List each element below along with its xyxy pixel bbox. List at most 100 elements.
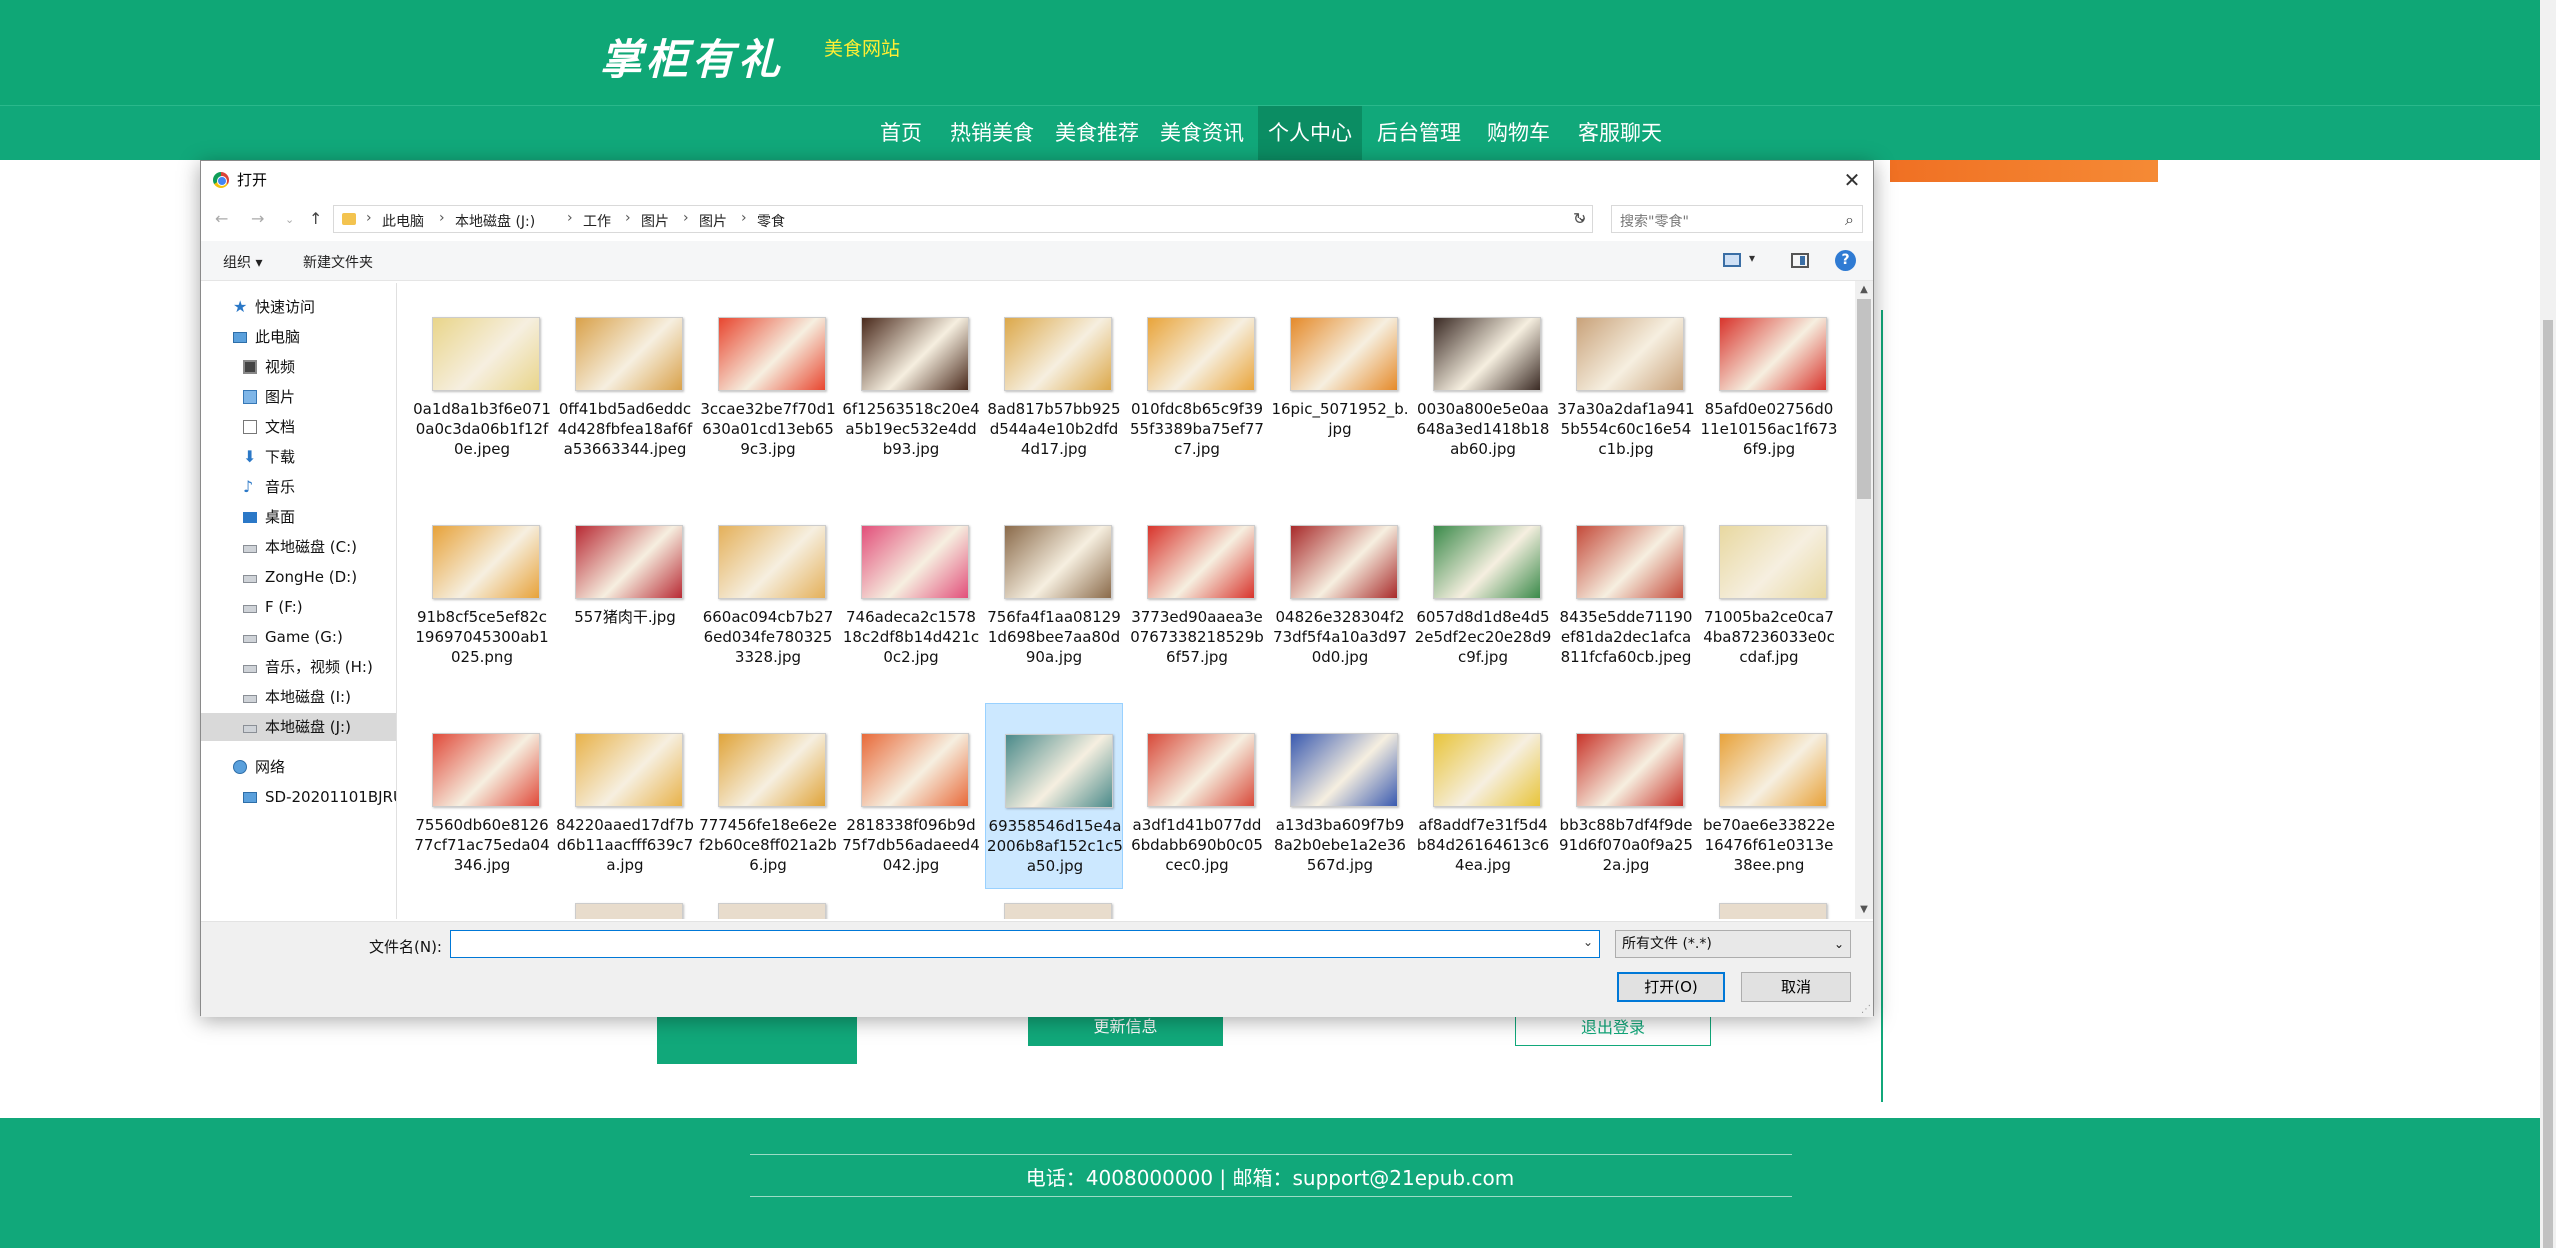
nav-pane-item[interactable]: 桌面: [201, 503, 396, 531]
nav-pane-item[interactable]: 本地磁盘 (I:): [201, 683, 396, 711]
file-item[interactable]: bb3c88b7df4f9de91d6f070a0f9a252a.jpg: [1557, 703, 1695, 889]
file-item[interactable]: a13d3ba609f7b98a2b0ebe1a2e36567d.jpg: [1271, 703, 1409, 889]
nav-pane-item[interactable]: 音乐，视频 (H:): [201, 653, 396, 681]
dialog-titlebar[interactable]: 打开 ✕: [201, 161, 1873, 199]
nav-pane-item[interactable]: SD-20201101BJRU: [201, 783, 396, 811]
nav-pane-label: 视频: [265, 358, 296, 376]
page-scrollbar[interactable]: [2540, 0, 2556, 1248]
image-thumbnail: [575, 903, 683, 919]
file-item[interactable]: 2818338f096b9d75f7db56adaeed4042.jpg: [842, 703, 980, 889]
new-folder-button[interactable]: 新建文件夹: [303, 252, 373, 272]
file-item[interactable]: 8435e5dde71190ef81da2dec1afca811fcfa60cb…: [1557, 495, 1695, 681]
chevron-right-icon[interactable]: ›: [567, 210, 573, 226]
file-item[interactable]: 756fa4f1aa081291d698bee7aa80d90a.jpg: [985, 495, 1123, 681]
nav-pane-item[interactable]: ♪ 音乐: [201, 473, 396, 501]
file-item[interactable]: 010fdc8b65c9f3955f3389ba75ef77c7.jpg: [1128, 287, 1266, 473]
file-item[interactable]: 71005ba2ce0ca74ba87236033e0ccdaf.jpg: [1700, 495, 1838, 681]
file-item[interactable]: 37a30a2daf1a9415b554c60c16e54c1b.jpg: [1557, 287, 1695, 473]
site-logo[interactable]: 掌柜有礼: [600, 26, 784, 87]
chevron-right-icon[interactable]: ›: [683, 210, 689, 226]
chevron-right-icon[interactable]: ›: [741, 210, 747, 226]
nav-pane-item[interactable]: 本地磁盘 (J:): [201, 713, 396, 741]
nav-item[interactable]: 首页: [870, 106, 932, 161]
file-item[interactable]: 3773ed90aaea3e0767338218529b6f57.jpg: [1128, 495, 1266, 681]
file-item[interactable]: 660ac094cb7b276ed034fe7803253328.jpg: [699, 495, 837, 681]
chevron-right-icon[interactable]: ›: [439, 210, 445, 226]
search-icon[interactable]: ⌕: [1845, 210, 1854, 230]
organize-button[interactable]: 组织 ▾: [223, 252, 262, 272]
preview-pane-icon[interactable]: [1791, 253, 1809, 268]
breadcrumb-item[interactable]: 图片: [699, 211, 727, 231]
refresh-icon[interactable]: ↻: [1573, 209, 1586, 228]
chevron-down-icon[interactable]: ⌄: [1583, 935, 1593, 949]
breadcrumb-item[interactable]: 工作: [583, 211, 611, 231]
file-item[interactable]: 557猪肉干.jpg: [556, 495, 694, 681]
chevron-right-icon[interactable]: ›: [625, 210, 631, 226]
forward-arrow-icon[interactable]: →: [251, 209, 264, 228]
nav-item[interactable]: 后台管理: [1367, 106, 1471, 161]
scroll-down-icon[interactable]: ▼: [1855, 901, 1873, 919]
address-bar[interactable]: ⌄ › 此电脑 › 本地磁盘 (J:) › 工作 › 图片 › 图片 › 零食: [333, 205, 1593, 233]
file-item[interactable]: 69358546d15e4a2006b8af152c1c5a50.jpg: [985, 703, 1123, 889]
filename-input[interactable]: [450, 930, 1600, 958]
back-arrow-icon[interactable]: ←: [215, 209, 228, 228]
nav-item[interactable]: 美食推荐: [1045, 106, 1149, 161]
file-item[interactable]: be70ae6e33822e16476f61e0313e38ee.png: [1700, 703, 1838, 889]
file-item[interactable]: 16pic_5071952_b.jpg: [1271, 287, 1409, 473]
file-item[interactable]: 6f12563518c20e4a5b19ec532e4ddb93.jpg: [842, 287, 980, 473]
nav-item[interactable]: 客服聊天: [1568, 106, 1672, 161]
cancel-button[interactable]: 取消: [1741, 972, 1851, 1002]
file-item[interactable]: 8ad817b57bb925d544a4e10b2dfd4d17.jpg: [985, 287, 1123, 473]
file-item[interactable]: 6057d8d1d8e4d52e5df2ec20e28d9c9f.jpg: [1414, 495, 1552, 681]
recent-dropdown-icon[interactable]: ⌄: [285, 213, 294, 226]
nav-pane-item[interactable]: 图片: [201, 383, 396, 411]
chevron-right-icon[interactable]: ›: [366, 210, 372, 226]
file-item[interactable]: 85afd0e02756d011e10156ac1f6736f9.jpg: [1700, 287, 1838, 473]
nav-pane-item[interactable]: Game (G:): [201, 623, 396, 651]
file-item[interactable]: 0a1d8a1b3f6e0710a0c3da06b1f12f0e.jpeg: [413, 287, 551, 473]
file-item[interactable]: 3ccae32be7f70d1630a01cd13eb659c3.jpg: [699, 287, 837, 473]
nav-pane-item[interactable]: 网络: [201, 753, 396, 781]
file-item[interactable]: 75560db60e812677cf71ac75eda04346.jpg: [413, 703, 551, 889]
breadcrumb-item[interactable]: 图片: [641, 211, 669, 231]
logout-button[interactable]: 退出登录: [1515, 1012, 1711, 1046]
file-list-scrollbar[interactable]: ▲ ▼: [1855, 281, 1873, 919]
nav-item[interactable]: 购物车: [1477, 106, 1560, 161]
chevron-down-icon[interactable]: ▾: [1749, 251, 1755, 265]
file-item[interactable]: 746adeca2c157818c2df8b14d421c0c2.jpg: [842, 495, 980, 681]
breadcrumb-item[interactable]: 零食: [757, 211, 785, 231]
breadcrumb-item[interactable]: 本地磁盘 (J:): [455, 211, 535, 231]
update-info-button[interactable]: 更新信息: [1028, 1012, 1223, 1046]
nav-pane-item[interactable]: ⬇ 下载: [201, 443, 396, 471]
file-item[interactable]: 0ff41bd5ad6eddc4d428fbfea18af6fa53663344…: [556, 287, 694, 473]
close-icon[interactable]: ✕: [1837, 165, 1867, 195]
file-item[interactable]: 84220aaed17df7bd6b11aacfff639c7a.jpg: [556, 703, 694, 889]
nav-pane-item[interactable]: F (F:): [201, 593, 396, 621]
scrollbar-thumb[interactable]: [1857, 299, 1871, 499]
breadcrumb-item[interactable]: 此电脑: [382, 211, 424, 231]
up-arrow-icon[interactable]: ↑: [309, 209, 322, 228]
search-input[interactable]: 搜索"零食" ⌕: [1611, 205, 1863, 233]
nav-pane-item[interactable]: 视频: [201, 353, 396, 381]
open-button[interactable]: 打开(O): [1617, 972, 1725, 1002]
file-item[interactable]: 91b8cf5ce5ef82c19697045300ab1025.png: [413, 495, 551, 681]
nav-pane-item[interactable]: 文档: [201, 413, 396, 441]
view-mode-icon[interactable]: [1723, 253, 1741, 267]
file-item[interactable]: af8addf7e31f5d4b84d26164613c64ea.jpg: [1414, 703, 1552, 889]
help-icon[interactable]: ?: [1835, 250, 1856, 271]
filetype-select[interactable]: 所有文件 (*.*) ⌄: [1615, 930, 1851, 958]
nav-pane-item[interactable]: ZongHe (D:): [201, 563, 396, 591]
nav-pane-item[interactable]: ★ 快速访问: [201, 293, 396, 321]
file-item[interactable]: 04826e328304f273df5f4a10a3d970d0.jpg: [1271, 495, 1409, 681]
nav-pane-item[interactable]: 本地磁盘 (C:): [201, 533, 396, 561]
nav-pane-item[interactable]: 此电脑: [201, 323, 396, 351]
nav-item[interactable]: 热销美食: [940, 106, 1044, 161]
file-item[interactable]: a3df1d41b077dd6bdabb690b0c05cec0.jpg: [1128, 703, 1266, 889]
file-item[interactable]: 0030a800e5e0aa648a3ed1418b18ab60.jpg: [1414, 287, 1552, 473]
nav-item[interactable]: 个人中心: [1258, 106, 1362, 161]
nav-item[interactable]: 美食资讯: [1150, 106, 1254, 161]
resize-grip-icon[interactable]: ⋰: [1861, 1004, 1871, 1015]
scroll-up-icon[interactable]: ▲: [1855, 281, 1873, 299]
page-scrollbar-thumb[interactable]: [2543, 320, 2553, 1248]
file-item[interactable]: 777456fe18e6e2ef2b60ce8ff021a2b6.jpg: [699, 703, 837, 889]
